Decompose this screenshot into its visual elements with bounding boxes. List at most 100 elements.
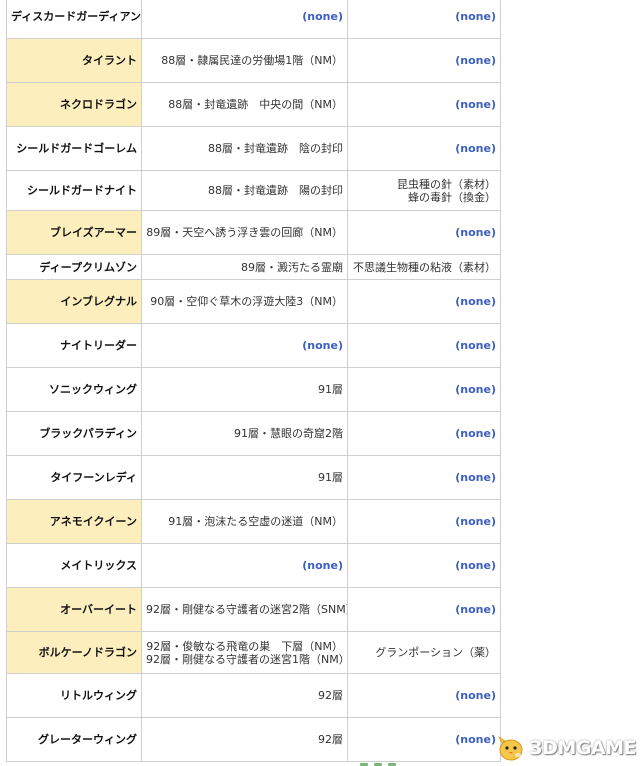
drop-item-cell: (none) xyxy=(347,82,501,127)
none-link[interactable]: (none) xyxy=(352,339,496,352)
location-cell: 92層・俊敏なる飛竜の巣 下層（NM） 92層・剛健なる守護者の迷宮1階（NM） xyxy=(141,631,348,674)
none-link[interactable]: (none) xyxy=(146,559,343,572)
drop-text: 不思議生物種の粘液（素材） xyxy=(353,260,496,274)
table-row: インブレグナル 90層・空仰ぐ草木の浮遊大陸3（NM） (none) xyxy=(6,279,501,324)
location-cell: 89層・天空へ誘う浮き雲の回廊（NM） xyxy=(141,210,348,255)
none-link[interactable]: (none) xyxy=(352,471,496,484)
table-row: ソニックウィング 91層 (none) xyxy=(6,367,501,412)
place-text: 88層・封竜遺跡 陰の封印 xyxy=(208,142,343,155)
none-link[interactable]: (none) xyxy=(352,733,496,746)
table-row: シールドガードゴーレム 88層・封竜遺跡 陰の封印 (none) xyxy=(6,126,501,171)
location-cell: 88層・封竜遺跡 陰の封印 xyxy=(141,126,348,171)
place-text: 91層 xyxy=(318,383,343,396)
location-cell: 92層 xyxy=(141,717,348,762)
none-link[interactable]: (none) xyxy=(352,515,496,528)
none-link[interactable]: (none) xyxy=(352,383,496,396)
monster-name-cell: グレーターウィング xyxy=(6,717,142,762)
none-link[interactable]: (none) xyxy=(352,142,496,155)
drop-item-cell: (none) xyxy=(347,0,501,39)
monster-name-cell: インブレグナル xyxy=(6,279,142,324)
monster-name-cell: オーバーイート xyxy=(6,587,142,632)
location-cell: 92層・剛健なる守護者の迷宮2階（SNM） xyxy=(141,587,348,632)
drop-item-cell: (none) xyxy=(347,499,501,544)
drop-text: 昆虫種の針（素材） xyxy=(397,177,496,191)
monster-name-cell: シールドガードナイト xyxy=(6,170,142,211)
monster-name-cell: リトルウィング xyxy=(6,673,142,718)
status-strip xyxy=(360,762,490,766)
monster-name-cell: アネモイクイーン xyxy=(6,499,142,544)
table-row: アネモイクイーン 91層・泡沫たる空虚の迷道（NM） (none) xyxy=(6,499,501,544)
none-link[interactable]: (none) xyxy=(352,689,496,702)
table-row: リトルウィング 92層 (none) xyxy=(6,673,501,718)
table-row: ディスカードガーディアン (none) (none) xyxy=(6,0,501,39)
location-cell: 90層・空仰ぐ草木の浮遊大陸3（NM） xyxy=(141,279,348,324)
chick-mascot-icon xyxy=(498,735,523,761)
location-cell: 88層・封竜遺跡 中央の間（NM） xyxy=(141,82,348,127)
monster-name-cell: シールドガードゴーレム xyxy=(6,126,142,171)
monster-name-cell: ディープクリムゾン xyxy=(6,254,142,280)
place-text: 91層 xyxy=(318,471,343,484)
table-row: メイトリックス (none) (none) xyxy=(6,543,501,588)
table-row: タイラント 88層・隷属民達の労働場1階（NM） (none) xyxy=(6,38,501,83)
none-link[interactable]: (none) xyxy=(352,10,496,23)
place-text: 90層・空仰ぐ草木の浮遊大陸3（NM） xyxy=(150,295,343,308)
drop-item-cell: (none) xyxy=(347,411,501,456)
table-row: タイフーンレディ 91層 (none) xyxy=(6,455,501,500)
none-link[interactable]: (none) xyxy=(146,10,343,23)
watermark-logo: 3DMGAME xyxy=(496,732,636,764)
location-cell: 91層・慧眼の奇窟2階 xyxy=(141,411,348,456)
none-link[interactable]: (none) xyxy=(352,226,496,239)
none-link[interactable]: (none) xyxy=(352,98,496,111)
table-row: ブラックパラディン 91層・慧眼の奇窟2階 (none) xyxy=(6,411,501,456)
monster-name-cell: ボルケーノドラゴン xyxy=(6,631,142,674)
monster-name-cell: ブラックパラディン xyxy=(6,411,142,456)
drop-item-cell: (none) xyxy=(347,210,501,255)
monster-table: ディスカードガーディアン (none) (none) タイラント 88層・隷属民達の労働… xyxy=(6,0,501,762)
place-text: 89層・澱汚たる霊廟 xyxy=(241,260,343,274)
drop-text: 蜂の毒針（換金） xyxy=(408,190,496,204)
none-link[interactable]: (none) xyxy=(352,559,496,572)
drop-item-cell: (none) xyxy=(347,587,501,632)
monster-name-cell: ネクロドラゴン xyxy=(6,82,142,127)
table-row: ナイトリーダー (none) (none) xyxy=(6,323,501,368)
place-text: 92層 xyxy=(318,689,343,702)
drop-item-cell: グランポーション（薬） xyxy=(347,631,501,674)
none-link[interactable]: (none) xyxy=(146,339,343,352)
monster-name-cell: タイフーンレディ xyxy=(6,455,142,500)
place-text: 91層・泡沫たる空虚の迷道（NM） xyxy=(168,515,343,528)
none-link[interactable]: (none) xyxy=(352,427,496,440)
location-cell: (none) xyxy=(141,0,348,39)
monster-name-cell: ソニックウィング xyxy=(6,367,142,412)
none-link[interactable]: (none) xyxy=(352,603,496,616)
drop-item-cell: (none) xyxy=(347,367,501,412)
place-text: 92層・俊敏なる飛竜の巣 下層（NM） xyxy=(146,639,343,653)
location-cell: 91層 xyxy=(141,455,348,500)
drop-item-cell: (none) xyxy=(347,717,501,762)
monster-name-cell: メイトリックス xyxy=(6,543,142,588)
location-cell: 92層 xyxy=(141,673,348,718)
drop-item-cell: (none) xyxy=(347,543,501,588)
location-cell: 91層 xyxy=(141,367,348,412)
monster-name-cell: ブレイズアーマー xyxy=(6,210,142,255)
table-row: シールドガードナイト 88層・封竜遺跡 陽の封印 昆虫種の針（素材） 蜂の毒針（換金） xyxy=(6,170,501,211)
drop-item-cell: (none) xyxy=(347,279,501,324)
drop-item-cell: (none) xyxy=(347,38,501,83)
monster-name-cell: ディスカードガーディアン xyxy=(6,0,142,39)
place-text: 92層 xyxy=(318,733,343,746)
monster-name-cell: ナイトリーダー xyxy=(6,323,142,368)
place-text: 89層・天空へ誘う浮き雲の回廊（NM） xyxy=(146,226,343,239)
place-text: 92層・剛健なる守護者の迷宮2階（SNM） xyxy=(146,603,348,616)
location-cell: (none) xyxy=(141,543,348,588)
place-text: 91層・慧眼の奇窟2階 xyxy=(234,427,343,440)
table-row: ネクロドラゴン 88層・封竜遺跡 中央の間（NM） (none) xyxy=(6,82,501,127)
none-link[interactable]: (none) xyxy=(352,54,496,67)
place-text: 88層・封竜遺跡 中央の間（NM） xyxy=(168,98,343,111)
table-row: ボルケーノドラゴン 92層・俊敏なる飛竜の巣 下層（NM） 92層・剛健なる守護者の… xyxy=(6,631,501,674)
table-row: ディープクリムゾン 89層・澱汚たる霊廟 不思議生物種の粘液（素材） xyxy=(6,254,501,280)
monster-name-cell: タイラント xyxy=(6,38,142,83)
watermark-text: 3DMGAME xyxy=(529,737,636,759)
drop-item-cell: (none) xyxy=(347,323,501,368)
place-text: 88層・隷属民達の労働場1階（NM） xyxy=(161,54,343,67)
none-link[interactable]: (none) xyxy=(352,295,496,308)
place-text: 88層・封竜遺跡 陽の封印 xyxy=(208,184,343,197)
